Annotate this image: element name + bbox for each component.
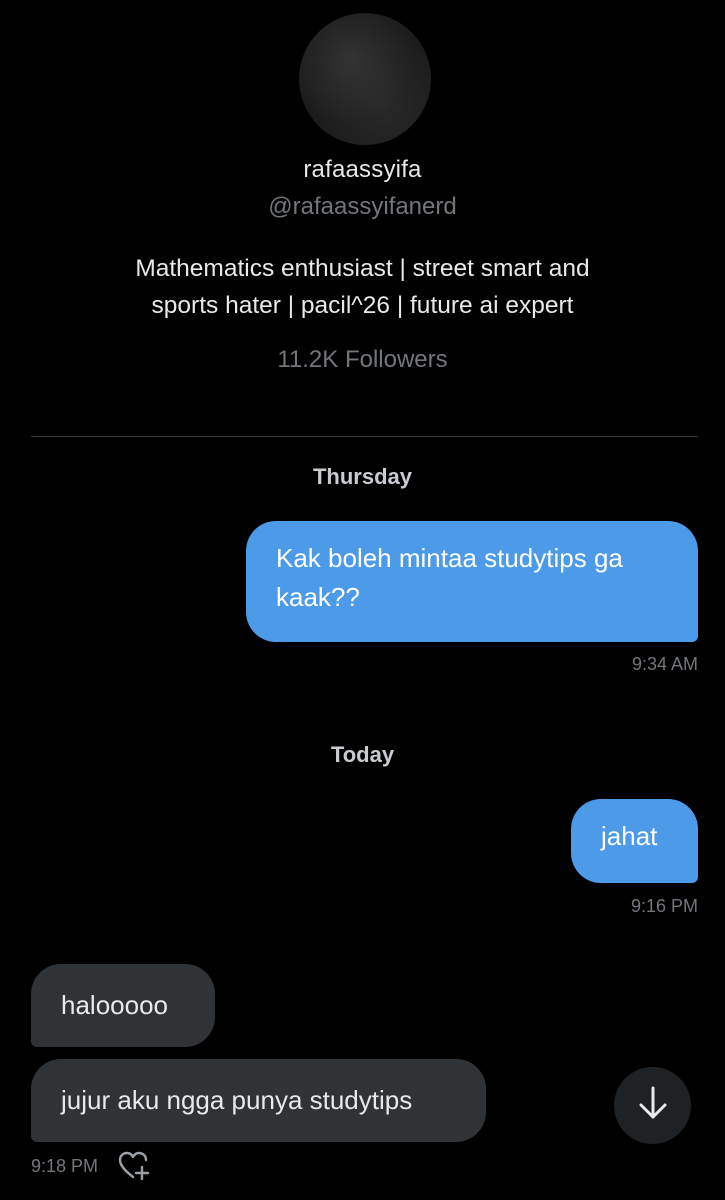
heart-plus-icon[interactable]	[118, 1151, 152, 1181]
bio-line: Mathematics enthusiast | street smart an…	[135, 255, 590, 282]
message-text: jujur aku ngga punya studytips	[61, 1085, 413, 1115]
profile-handle[interactable]: @rafaassyifanerd	[0, 193, 725, 221]
profile-bio: Mathematics enthusiast | street smart an…	[62, 250, 663, 324]
day-separator-thursday: Thursday	[312, 464, 413, 489]
message-timestamp: 9:16 PM	[630, 896, 698, 916]
message-timestamp: 9:18 PM	[31, 1156, 99, 1176]
day-separator-today: Today	[330, 742, 395, 767]
profile-divider	[31, 436, 698, 437]
arrow-down-icon	[637, 1085, 669, 1126]
followers-count[interactable]: 11.2K Followers	[0, 346, 725, 374]
message-bubble-outgoing[interactable]: Kak boleh mintaa studytips ga kaak??	[246, 521, 698, 642]
profile-avatar[interactable]	[299, 13, 431, 145]
message-text: Kak boleh mintaa studytips ga kaak??	[276, 543, 623, 612]
profile-display-name[interactable]: rafaassyifa	[0, 156, 725, 184]
bio-line: sports hater | pacil^26 | future ai expe…	[151, 292, 574, 319]
message-text: halooooo	[61, 990, 168, 1020]
message-text: jahat	[601, 821, 658, 851]
message-bubble-incoming[interactable]: jujur aku ngga punya studytips	[31, 1059, 486, 1142]
scroll-to-bottom-button[interactable]	[614, 1067, 691, 1144]
message-bubble-incoming[interactable]: halooooo	[31, 964, 215, 1047]
dm-conversation-screen: rafaassyifa @rafaassyifanerd Mathematics…	[0, 0, 725, 1200]
message-timestamp: 9:34 AM	[631, 654, 698, 674]
message-bubble-outgoing[interactable]: jahat	[571, 799, 698, 883]
